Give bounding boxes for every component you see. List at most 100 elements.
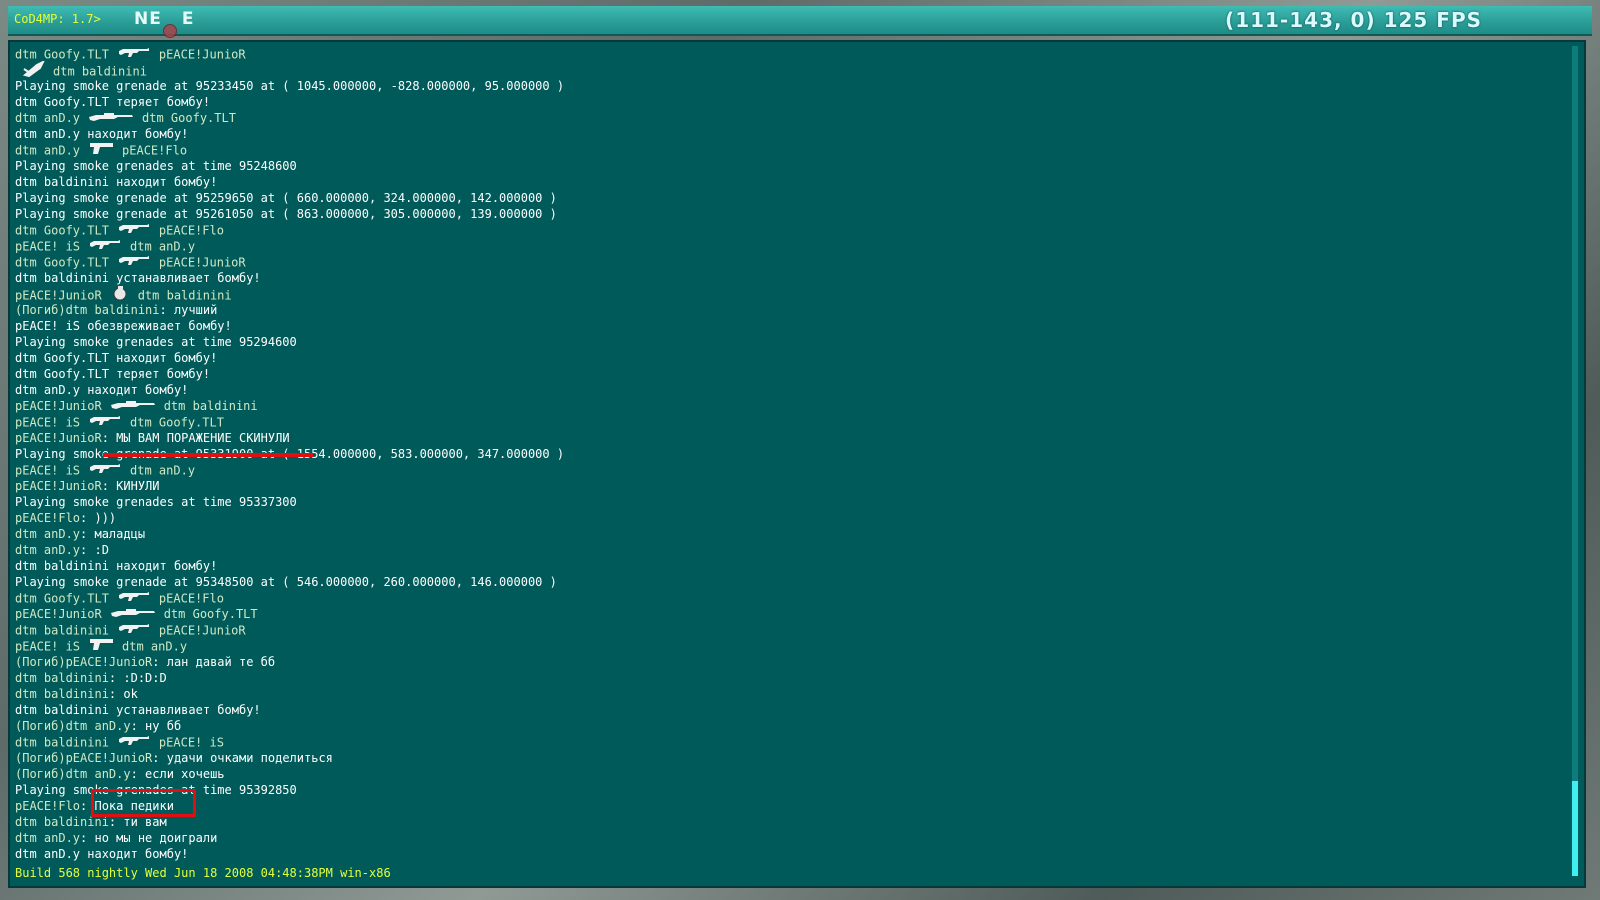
victim-name: pEACE!JunioR: [158, 623, 246, 638]
kill-feed-line: dtm baldinini pEACE!JunioR: [15, 622, 1545, 638]
chat-sender: dtm anD.y: [15, 543, 81, 557]
chat-message: ))): [94, 511, 117, 525]
chat-message: маладцы: [94, 527, 146, 541]
killer-name: dtm Goofy.TLT: [15, 47, 109, 62]
killer-name: pEACE! iS: [15, 639, 81, 654]
killer-name: dtm Goofy.TLT: [15, 255, 109, 270]
killer-name: dtm baldinini: [15, 735, 109, 750]
killer-name: dtm Goofy.TLT: [15, 591, 109, 606]
chat-line: dtm baldinini: :D:D:D: [15, 670, 1545, 686]
kill-feed-line: dtm baldinini: [15, 59, 1545, 79]
chat-separator: :: [130, 767, 146, 781]
chat-line: dtm baldinini: ok: [15, 686, 1545, 702]
kill-feed-line: dtm anD.y dtm Goofy.TLT: [15, 110, 1545, 126]
chat-message: лучший: [173, 303, 218, 317]
chat-sender: dtm baldinini: [15, 815, 109, 829]
chat-line: pEACE!Flo: ))): [15, 510, 1545, 526]
chat-line: dtm anD.y: :D: [15, 542, 1545, 558]
chat-message: ти вам: [123, 815, 167, 829]
chat-line: (Погиб)dtm anD.y: если хочешь: [15, 766, 1545, 782]
log-line: dtm Goofy.TLT теряет бомбу!: [15, 95, 211, 109]
console-window: dtm Goofy.TLT pEACE!JunioR dtm baldinini Pl…: [8, 40, 1586, 888]
chat-sender: dtm anD.y: [15, 831, 81, 845]
fps-counter: (111-143, 0) 125 FPS: [1225, 8, 1482, 32]
log-line: pEACE! iS обезвреживает бомбу!: [15, 319, 232, 333]
sniper-icon: [88, 110, 134, 126]
kill-feed-line: dtm Goofy.TLT pEACE!JunioR: [15, 254, 1545, 270]
victim-name: dtm baldinini: [163, 399, 258, 413]
chat-sender: (Погиб)pEACE!JunioR: [15, 751, 153, 765]
chat-separator: :: [152, 751, 167, 765]
annotation-underline: [103, 453, 313, 457]
annotation-box: [91, 789, 196, 817]
kill-feed-line: pEACE! iS dtm anD.y: [15, 238, 1545, 254]
chat-separator: :: [80, 543, 95, 557]
chat-sender: (Погиб)dtm anD.y: [15, 767, 131, 781]
console-scrollbar[interactable]: [1572, 46, 1578, 876]
rifle-icon: [88, 461, 122, 479]
rifle-icon: [117, 733, 151, 751]
rifle-icon: [117, 589, 151, 607]
build-status: Build 568 nightly Wed Jun 18 2008 04:48:…: [15, 866, 391, 880]
sniper-icon: [110, 606, 156, 622]
chat-separator: :: [108, 671, 124, 685]
kill-feed-line: dtm Goofy.TLT pEACE!Flo: [15, 222, 1545, 238]
compass-e: E: [181, 9, 195, 29]
chat-line: (Погиб)pEACE!JunioR: лан давай те бб: [15, 654, 1545, 670]
victim-name: dtm Goofy.TLT: [163, 607, 258, 621]
console-prompt[interactable]: CoD4MP: 1.7>: [14, 12, 101, 26]
chat-sender: dtm baldinini: [15, 671, 109, 685]
killer-name: pEACE! iS: [15, 463, 81, 478]
log-line: Playing smoke grenades at time 95337300: [15, 495, 297, 509]
log-line: Playing smoke grenades at time 95392850: [15, 783, 297, 797]
sniper-icon: [110, 398, 156, 414]
pistol-icon: [88, 637, 114, 655]
log-line: Playing smoke grenades at time 95294600: [15, 335, 297, 349]
log-line: Playing smoke grenade at 95233450 at ( 1…: [15, 79, 565, 93]
kill-feed-line: pEACE! iS dtm anD.y: [15, 638, 1545, 654]
scrollbar-thumb[interactable]: [1572, 781, 1578, 876]
rifle-icon: [88, 413, 122, 431]
kill-feed-line: pEACE!JunioR dtm Goofy.TLT: [15, 606, 1545, 622]
victim-name: pEACE!Flo: [158, 223, 224, 238]
log-line: dtm baldinini находит бомбу!: [15, 559, 218, 573]
kill-feed-line: pEACE! iS dtm anD.y: [15, 462, 1545, 478]
victim-name: dtm anD.y: [130, 239, 196, 254]
rifle-icon: [117, 621, 151, 639]
log-line: dtm Goofy.TLT находит бомбу!: [15, 351, 218, 365]
chat-separator: :: [152, 655, 167, 669]
log-line: Playing smoke grenade at 95259650 at ( 6…: [15, 191, 557, 205]
chat-separator: :: [108, 815, 124, 829]
killer-name: dtm anD.y: [15, 111, 81, 125]
log-line: dtm anD.y находит бомбу!: [15, 383, 189, 397]
chat-line: pEACE!JunioR: МЫ ВАМ ПОРАЖЕНИЕ СКИНУЛИ: [15, 430, 1545, 446]
victim-name: pEACE!JunioR: [158, 255, 246, 270]
victim-name: pEACE!JunioR: [158, 47, 246, 62]
kill-feed-line: pEACE!JunioR dtm baldinini: [15, 286, 1545, 303]
victim-name: dtm Goofy.TLT: [142, 111, 236, 125]
top-bar: CoD4MP: 1.7> NE E (111-143, 0) 125 FPS: [8, 6, 1592, 38]
chat-separator: :: [108, 687, 124, 701]
killer-name: dtm anD.y: [15, 143, 81, 158]
chat-line: dtm baldinini: ти вам: [15, 814, 1545, 830]
chat-separator: :: [80, 527, 95, 541]
chat-message: но мы не доиграли: [94, 831, 218, 845]
chat-sender: pEACE!JunioR: [15, 431, 102, 445]
chat-message: ну бб: [145, 719, 182, 733]
chat-message: ok: [123, 687, 138, 701]
kill-feed-line: dtm anD.y pEACE!Flo: [15, 142, 1545, 158]
log-line: dtm baldinini устанавливает бомбу!: [15, 271, 261, 285]
chat-message: если хочешь: [145, 767, 225, 781]
killer-name: dtm baldinini: [15, 623, 109, 638]
chat-message: лан давай те бб: [166, 655, 276, 669]
compass-ne: NE: [134, 9, 162, 29]
chat-line: pEACE!JunioR: КИНУЛИ: [15, 478, 1545, 494]
killer-name: pEACE!JunioR: [15, 607, 102, 621]
chat-sender: pEACE!Flo: [15, 511, 81, 525]
victim-name: pEACE!Flo: [122, 143, 188, 158]
kill-feed-line: dtm Goofy.TLT pEACE!JunioR: [15, 46, 1545, 62]
chat-separator: :: [80, 831, 95, 845]
chat-sender: (Погиб)dtm anD.y: [15, 719, 131, 733]
log-line: dtm anD.y находит бомбу!: [15, 847, 189, 861]
rifle-icon: [117, 45, 151, 63]
